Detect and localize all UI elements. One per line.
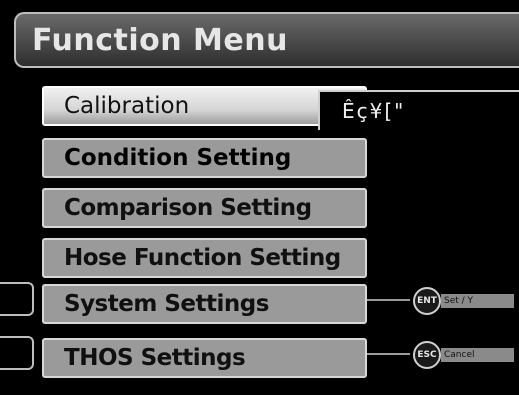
popup-text: Êç¥[" xyxy=(318,90,519,130)
bracket-decoration xyxy=(0,282,34,316)
menu-item-comparison-setting[interactable]: Comparison Setting xyxy=(42,188,367,228)
escape-key-icon[interactable]: ESC xyxy=(413,341,441,369)
menu-item-thos-settings[interactable]: THOS Settings xyxy=(42,338,367,378)
menu-item-label: Calibration xyxy=(64,93,190,119)
menu-item-system-settings[interactable]: System Settings xyxy=(42,284,367,324)
bracket-decoration xyxy=(0,336,34,370)
enter-key-badge: ENT xyxy=(417,296,437,306)
menu-item-label: System Settings xyxy=(64,291,269,317)
title-bar: Function Menu xyxy=(14,12,519,68)
escape-key-label: Cancel xyxy=(441,348,514,362)
menu-item-condition-setting[interactable]: Condition Setting xyxy=(42,138,367,178)
menu-item-label: Comparison Setting xyxy=(64,195,312,221)
divider-line xyxy=(360,353,410,355)
enter-key-icon[interactable]: ENT xyxy=(413,287,441,315)
menu-item-hose-function-setting[interactable]: Hose Function Setting xyxy=(42,238,367,278)
menu-item-label: Condition Setting xyxy=(64,145,292,171)
divider-line xyxy=(360,299,410,301)
menu-item-label: Hose Function Setting xyxy=(64,245,341,271)
enter-key-label: Set / Y xyxy=(441,294,514,308)
page-title: Function Menu xyxy=(32,23,288,58)
escape-key-badge: ESC xyxy=(417,350,437,360)
menu-item-label: THOS Settings xyxy=(64,345,246,371)
